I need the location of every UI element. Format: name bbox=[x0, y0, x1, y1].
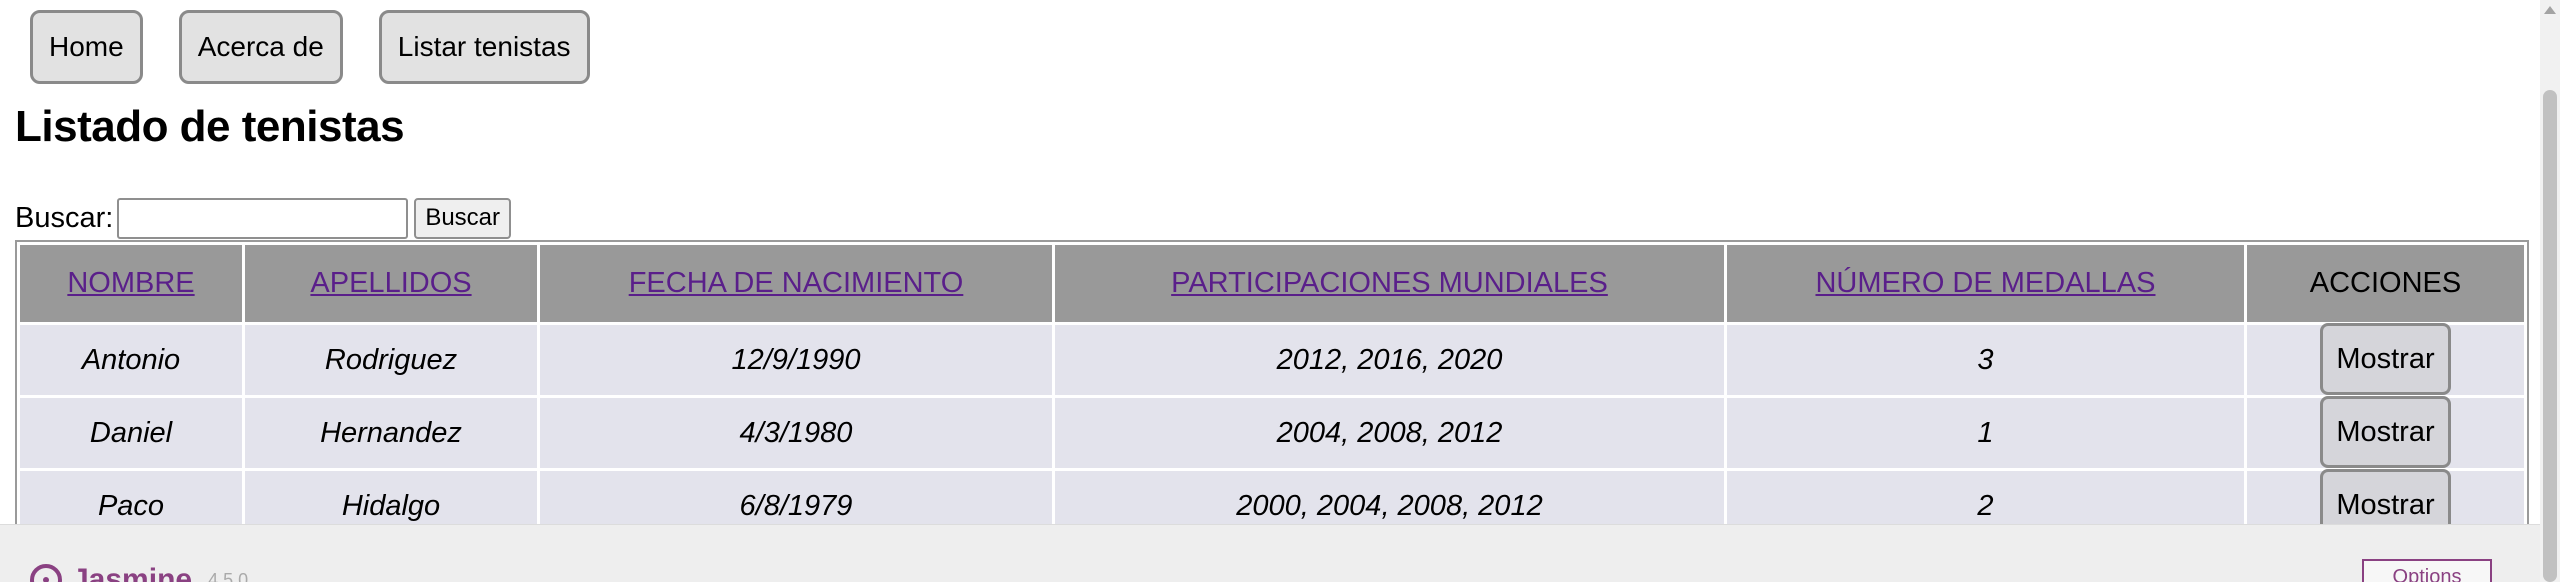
players-table-container: NOMBRE APELLIDOS FECHA DE NACIMIENTO PAR… bbox=[15, 240, 2529, 546]
sort-link-apellidos[interactable]: APELLIDOS bbox=[310, 267, 471, 299]
sort-link-participaciones[interactable]: PARTICIPACIONES MUNDIALES bbox=[1171, 267, 1608, 299]
nav-list-players-button[interactable]: Listar tenistas bbox=[378, 10, 590, 84]
cell-participaciones: 2012, 2016, 2020 bbox=[1055, 325, 1724, 395]
cell-medallas: 3 bbox=[1727, 325, 2244, 395]
column-header-fecha[interactable]: FECHA DE NACIMIENTO bbox=[540, 245, 1052, 322]
show-button[interactable]: Mostrar bbox=[2320, 396, 2451, 468]
cell-participaciones: 2004, 2008, 2012 bbox=[1055, 398, 1724, 468]
table-row: Daniel Hernandez 4/3/1980 2004, 2008, 20… bbox=[20, 396, 2524, 468]
cell-medallas: 1 bbox=[1727, 398, 2244, 468]
jasmine-logo: Jasmine 4.5.0 bbox=[30, 563, 248, 582]
table-header-row: NOMBRE APELLIDOS FECHA DE NACIMIENTO PAR… bbox=[20, 245, 2524, 322]
search-bar: Buscar: Buscar bbox=[15, 197, 512, 239]
jasmine-footer: Jasmine 4.5.0 Options bbox=[0, 524, 2540, 582]
search-button[interactable]: Buscar bbox=[414, 197, 512, 239]
cell-nombre: Antonio bbox=[20, 325, 242, 395]
show-button[interactable]: Mostrar bbox=[2320, 323, 2451, 395]
column-header-apellidos[interactable]: APELLIDOS bbox=[245, 245, 537, 322]
sort-link-medallas[interactable]: NÚMERO DE MEDALLAS bbox=[1815, 267, 2155, 299]
nav-about-button[interactable]: Acerca de bbox=[178, 10, 343, 84]
brand-name: Jasmine bbox=[72, 563, 193, 582]
cell-apellidos: Rodriguez bbox=[245, 325, 537, 395]
sort-link-fecha[interactable]: FECHA DE NACIMIENTO bbox=[629, 267, 964, 299]
jasmine-flower-icon bbox=[30, 564, 62, 582]
top-nav: Home Acerca de Listar tenistas bbox=[30, 10, 590, 84]
vertical-scrollbar[interactable] bbox=[2540, 0, 2560, 582]
brand-version: 4.5.0 bbox=[208, 569, 249, 582]
cell-apellidos: Hernandez bbox=[245, 398, 537, 468]
cell-nombre: Daniel bbox=[20, 398, 242, 468]
scroll-thumb[interactable] bbox=[2543, 90, 2557, 582]
nav-home-button[interactable]: Home bbox=[30, 10, 143, 84]
column-header-participaciones[interactable]: PARTICIPACIONES MUNDIALES bbox=[1055, 245, 1724, 322]
players-table: NOMBRE APELLIDOS FECHA DE NACIMIENTO PAR… bbox=[15, 240, 2529, 546]
cell-acciones: Mostrar bbox=[2247, 396, 2524, 468]
scroll-up-arrow-icon[interactable] bbox=[2544, 6, 2556, 14]
search-input[interactable] bbox=[117, 197, 409, 239]
options-button[interactable]: Options bbox=[2362, 559, 2492, 582]
search-label: Buscar: bbox=[15, 201, 114, 234]
table-row: Antonio Rodriguez 12/9/1990 2012, 2016, … bbox=[20, 323, 2524, 395]
cell-fecha: 4/3/1980 bbox=[540, 398, 1052, 468]
column-header-medallas[interactable]: NÚMERO DE MEDALLAS bbox=[1727, 245, 2244, 322]
page: Home Acerca de Listar tenistas Listado d… bbox=[0, 0, 2560, 582]
cell-fecha: 12/9/1990 bbox=[540, 325, 1052, 395]
cell-acciones: Mostrar bbox=[2247, 323, 2524, 395]
sort-link-nombre[interactable]: NOMBRE bbox=[67, 267, 194, 299]
column-header-nombre[interactable]: NOMBRE bbox=[20, 245, 242, 322]
column-header-acciones: ACCIONES bbox=[2247, 245, 2524, 322]
page-title: Listado de tenistas bbox=[15, 102, 405, 151]
